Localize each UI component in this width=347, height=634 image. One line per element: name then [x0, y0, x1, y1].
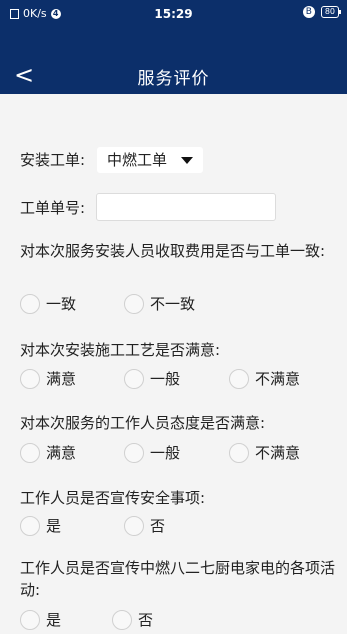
radio-icon	[20, 442, 40, 463]
header: 0K/s 4 15:29 B 80 < 服务评价	[0, 0, 347, 94]
option-label: 是	[46, 611, 62, 629]
question-3-option-3[interactable]: 不满意	[229, 442, 300, 463]
status-time: 15:29	[154, 7, 193, 21]
option-label: 不满意	[255, 444, 301, 462]
form-content: 安装工单: 中燃工单 工单单号: 对本次服务安装人员收取费用是否与工单一致: 一…	[0, 94, 347, 634]
question-4-option-2[interactable]: 否	[124, 515, 165, 536]
radio-icon	[20, 609, 40, 630]
nav-bar: < 服务评价	[0, 58, 347, 94]
option-label: 一般	[150, 444, 181, 462]
option-label: 满意	[46, 444, 77, 462]
question-2-option-2[interactable]: 一般	[124, 368, 180, 389]
question-5-text: 工作人员是否宣传中燃八二七厨电家电的各项活动:	[20, 559, 336, 599]
radio-icon	[229, 368, 249, 389]
option-label: 否	[150, 517, 166, 535]
order-no-input[interactable]	[96, 193, 276, 221]
radio-icon	[229, 442, 249, 463]
question-2-option-1[interactable]: 满意	[20, 368, 76, 389]
radio-icon	[124, 442, 144, 463]
status-bar: 0K/s 4 15:29 B 80	[0, 0, 347, 26]
question-4-option-1[interactable]: 是	[20, 515, 61, 536]
question-1-text: 对本次服务安装人员收取费用是否与工单一致:	[20, 242, 326, 260]
radio-icon	[20, 515, 40, 536]
radio-icon	[112, 609, 132, 630]
question-3-option-1[interactable]: 满意	[20, 442, 76, 463]
option-label: 否	[138, 611, 154, 629]
radio-icon	[20, 293, 40, 314]
page-title: 服务评价	[137, 69, 210, 89]
battery-icon: 80	[320, 6, 342, 18]
option-label: 不一致	[150, 295, 196, 313]
radio-icon	[20, 368, 40, 389]
radio-icon	[124, 293, 144, 314]
option-label: 不满意	[255, 370, 301, 388]
question-5-option-2[interactable]: 否	[112, 609, 153, 630]
bluetooth-icon: B	[302, 6, 315, 18]
question-2-option-3[interactable]: 不满意	[229, 368, 300, 389]
radio-icon	[124, 368, 144, 389]
question-2-text: 对本次安装施工工艺是否满意:	[20, 341, 221, 359]
option-label: 是	[46, 517, 62, 535]
order-no-row: 工单单号:	[20, 197, 85, 218]
install-order-value: 中燃工单	[107, 151, 168, 169]
question-1-option-2[interactable]: 不一致	[124, 293, 195, 314]
option-label: 一般	[150, 370, 181, 388]
caret-down-icon	[181, 157, 193, 164]
option-label: 一致	[46, 295, 77, 313]
order-no-label: 工单单号:	[20, 199, 86, 217]
option-label: 满意	[46, 370, 77, 388]
install-order-row: 安装工单:	[20, 149, 85, 170]
question-4-text: 工作人员是否宣传安全事项:	[20, 489, 206, 507]
question-3-option-2[interactable]: 一般	[124, 442, 180, 463]
question-1-option-1[interactable]: 一致	[20, 293, 76, 314]
question-5-option-1[interactable]: 是	[20, 609, 61, 630]
question-3-text: 对本次服务的工作人员态度是否满意:	[20, 414, 266, 432]
status-right: B 80	[302, 6, 342, 18]
install-order-label: 安装工单:	[20, 151, 86, 169]
radio-icon	[124, 515, 144, 536]
install-order-select[interactable]: 中燃工单	[97, 147, 203, 173]
